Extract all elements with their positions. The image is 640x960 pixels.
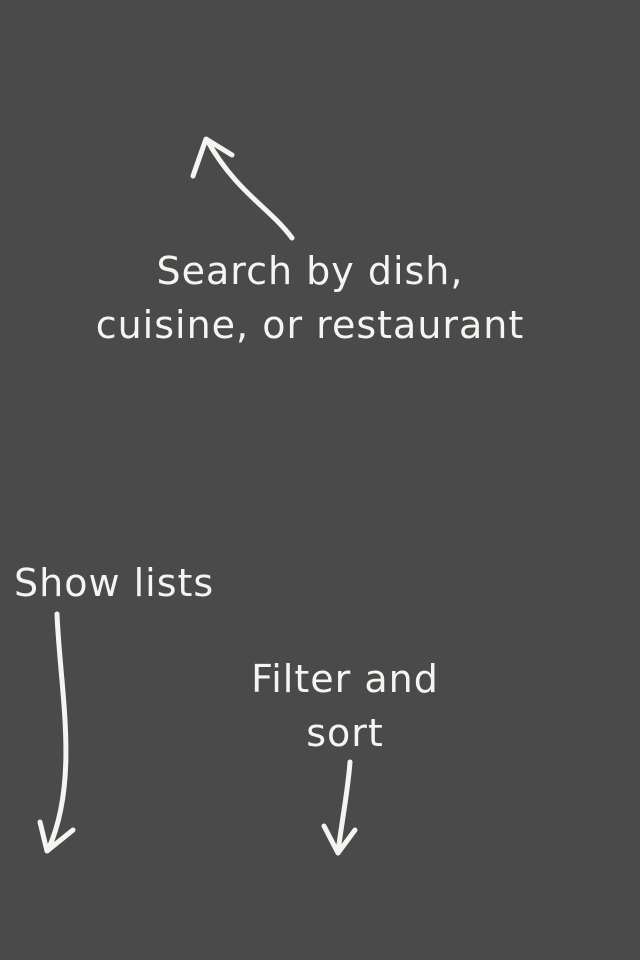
filter-arrow-shaft [335, 759, 353, 855]
filter-hint-line-1: Filter and [251, 657, 439, 701]
search-hint-text: Search by dish, cuisine, or restaurant [40, 244, 580, 352]
filter-hint-line-2: sort [306, 711, 384, 755]
lists-hint-label: Show lists [14, 561, 215, 605]
lists-arrow-head [37, 819, 76, 854]
search-hint-line-2: cuisine, or restaurant [95, 303, 525, 347]
filter-hint-arrow-icon [321, 759, 358, 856]
coach-marks-overlay[interactable]: Search by dish, cuisine, or restaurant S… [0, 0, 640, 960]
lists-hint-text: Show lists [14, 556, 214, 610]
search-hint-arrow-icon [190, 136, 295, 241]
lists-hint-arrow-icon [37, 611, 76, 854]
filter-arrow-head [321, 823, 358, 856]
filter-hint-text: Filter and sort [215, 652, 475, 760]
lists-arrow-shaft [45, 611, 69, 853]
search-arrow-head [190, 136, 235, 179]
search-arrow-shaft [204, 137, 295, 241]
search-hint-line-1: Search by dish, [156, 249, 464, 293]
